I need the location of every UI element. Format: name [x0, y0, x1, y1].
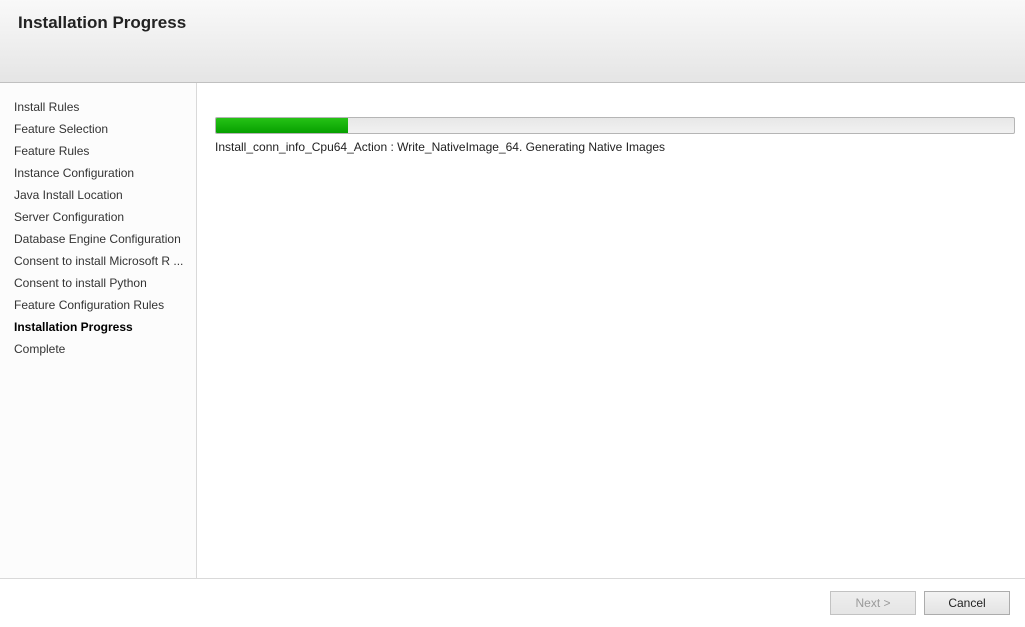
- sidebar-item-java-install-location: Java Install Location: [14, 184, 196, 206]
- sidebar-item-consent-microsoft-r: Consent to install Microsoft R ...: [14, 250, 196, 272]
- progress-fill: [216, 118, 348, 133]
- sidebar-item-installation-progress: Installation Progress: [14, 316, 196, 338]
- sidebar-item-complete: Complete: [14, 338, 196, 360]
- wizard-footer: Next > Cancel: [0, 578, 1025, 627]
- sidebar-item-install-rules: Install Rules: [14, 96, 196, 118]
- sidebar-item-database-engine-configuration: Database Engine Configuration: [14, 228, 196, 250]
- wizard-header: Installation Progress: [0, 0, 1025, 83]
- progress-status-text: Install_conn_info_Cpu64_Action : Write_N…: [215, 140, 1015, 154]
- next-button[interactable]: Next >: [830, 591, 916, 615]
- sidebar-item-server-configuration: Server Configuration: [14, 206, 196, 228]
- main-content: Install_conn_info_Cpu64_Action : Write_N…: [197, 83, 1025, 578]
- step-sidebar: Install Rules Feature Selection Feature …: [0, 83, 197, 578]
- sidebar-item-instance-configuration: Instance Configuration: [14, 162, 196, 184]
- wizard-body: Install Rules Feature Selection Feature …: [0, 83, 1025, 578]
- sidebar-item-feature-rules: Feature Rules: [14, 140, 196, 162]
- progress-bar: [215, 117, 1015, 134]
- cancel-button[interactable]: Cancel: [924, 591, 1010, 615]
- page-title: Installation Progress: [18, 13, 1007, 33]
- sidebar-item-feature-selection: Feature Selection: [14, 118, 196, 140]
- sidebar-item-feature-configuration-rules: Feature Configuration Rules: [14, 294, 196, 316]
- sidebar-item-consent-python: Consent to install Python: [14, 272, 196, 294]
